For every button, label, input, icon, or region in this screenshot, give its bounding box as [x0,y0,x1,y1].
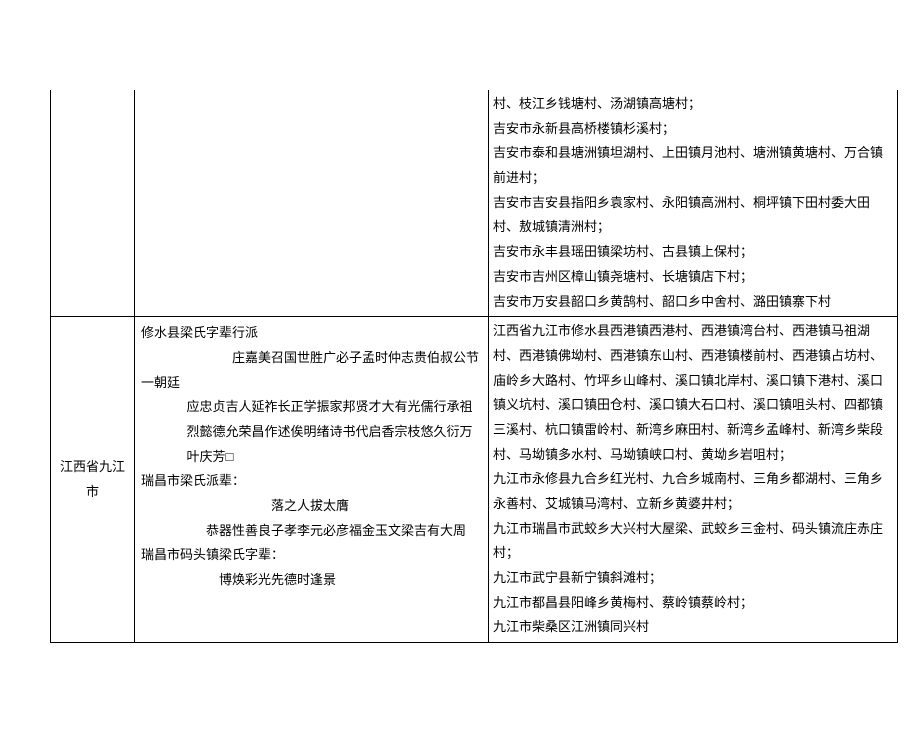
location-line: 九江市武宁县新宁镇斜滩村； [493,566,893,591]
location-line: 九江市都昌县阳峰乡黄梅村、蔡岭镇蔡岭村； [493,591,893,616]
cell-locations: 江西省九江市修水县西港镇西港村、西港镇湾台村、西港镇马祖湖村、西港镇佛坳村、西港… [489,317,898,643]
generation-text: 博焕彩光先德时逢景 [141,568,482,593]
lineage-label: 瑞昌市梁氏派辈： [141,473,245,488]
location-line: 吉安市吉州区樟山镇尧塘村、长塘镇店下村； [493,265,893,290]
region-name: 江西省九江市 [60,459,125,499]
location-line: 吉安市吉安县指阳乡袁家村、永阳镇高洲村、桐坪镇下田村委大田村、敖城镇清洲村； [493,191,893,240]
generation-text: 庄嘉美召国世胜广必子孟时仲志贵伯叔公节一朝廷 [141,346,482,395]
location-line: 九江市永修县九合乡红光村、九合乡城南村、三角乡都湖村、三角乡永善村、艾城镇马湾村… [493,467,893,516]
location-line: 吉安市永丰县瑶田镇梁坊村、古县镇上保村； [493,240,893,265]
cell-generation-continuation [135,90,489,317]
lineage-label: 瑞昌市码头镇梁氏字辈： [141,547,284,562]
document-page: 村、枝江乡钱塘村、汤湖镇高塘村； 吉安市永新县高桥楼镇杉溪村； 吉安市泰和县塘洲… [0,90,920,741]
generation-text: 恭器性善良子孝李元必彦福金玉文梁吉有大周 [141,519,482,544]
table-row: 江西省九江市 修水县梁氏字辈行派 庄嘉美召国世胜广必子孟时仲志贵伯叔公节一朝廷 … [51,317,898,643]
location-line: 江西省九江市修水县西港镇西港村、西港镇湾台村、西港镇马祖湖村、西港镇佛坳村、西港… [493,319,893,467]
location-line: 吉安市永新县高桥楼镇杉溪村； [493,117,893,142]
location-line: 吉安市泰和县塘洲镇坦湖村、上田镇月池村、塘洲镇黄塘村、万合镇前进村； [493,141,893,190]
location-line: 村、枝江乡钱塘村、汤湖镇高塘村； [493,92,893,117]
lineage-label: 修水县梁氏字辈行派 [141,325,258,340]
generation-text: 烈懿德允荣昌作述俟明绪诗书代启香宗枝悠久衍万 [141,420,482,445]
cell-region-continuation [51,90,135,317]
generation-text: 叶庆芳□ [141,445,482,470]
genealogy-table: 村、枝江乡钱塘村、汤湖镇高塘村； 吉安市永新县高桥楼镇杉溪村； 吉安市泰和县塘洲… [50,90,898,643]
table-row: 村、枝江乡钱塘村、汤湖镇高塘村； 吉安市永新县高桥楼镇杉溪村； 吉安市泰和县塘洲… [51,90,898,317]
cell-generation-names: 修水县梁氏字辈行派 庄嘉美召国世胜广必子孟时仲志贵伯叔公节一朝廷 应忠贞吉人延祚… [135,317,489,643]
location-line: 九江市瑞昌市武蛟乡大兴村大屋梁、武蛟乡三金村、码头镇流庄赤庄村； [493,517,893,566]
cell-region: 江西省九江市 [51,317,135,643]
location-line: 九江市柴桑区江洲镇同兴村 [493,615,893,640]
location-line: 吉安市万安县韶口乡黄鹄村、韶口乡中舍村、潞田镇寨下村 [493,290,893,315]
generation-text: 落之人拔太膺 [141,494,482,519]
cell-locations-continuation: 村、枝江乡钱塘村、汤湖镇高塘村； 吉安市永新县高桥楼镇杉溪村； 吉安市泰和县塘洲… [489,90,898,317]
generation-text: 应忠贞吉人延祚长正学振家邦贤才大有光儒行承祖 [141,395,482,420]
